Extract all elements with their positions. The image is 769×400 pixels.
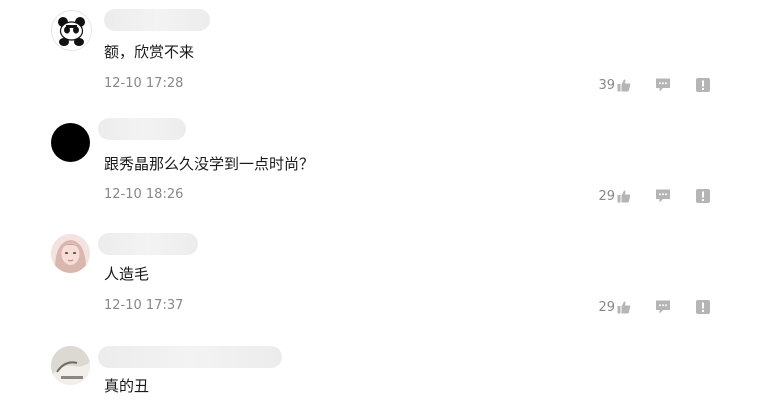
avatar[interactable] [51, 234, 90, 273]
comment-time: 12-10 17:37 [104, 298, 184, 313]
username-redacted[interactable] [98, 233, 198, 255]
hand-photo-icon [51, 346, 90, 385]
avatar[interactable] [51, 346, 90, 385]
thumbs-up-icon [617, 301, 631, 314]
like-button[interactable]: 29 [598, 189, 631, 204]
avatar[interactable] [51, 123, 90, 162]
report-icon[interactable] [695, 299, 711, 315]
report-icon[interactable] [695, 188, 711, 204]
comment-time: 12-10 18:26 [104, 187, 184, 202]
comment-actions: 29 [598, 186, 711, 206]
comment-actions: 29 [598, 297, 711, 317]
reply-icon[interactable] [655, 299, 671, 315]
comment-text: 真的丑 [104, 377, 150, 395]
username-redacted[interactable] [98, 118, 186, 140]
comment-item: 真的丑 [0, 0, 769, 395]
reply-icon[interactable] [655, 188, 671, 204]
like-button[interactable]: 29 [598, 300, 631, 315]
like-count: 29 [598, 299, 615, 315]
thumbs-up-icon [617, 190, 631, 203]
like-count: 29 [598, 188, 615, 204]
username-redacted[interactable] [98, 346, 282, 368]
comment-text: 跟秀晶那么久没学到一点时尚？ [104, 155, 315, 173]
girl-portrait-icon [51, 234, 90, 273]
comment-text: 人造毛 [104, 265, 150, 283]
